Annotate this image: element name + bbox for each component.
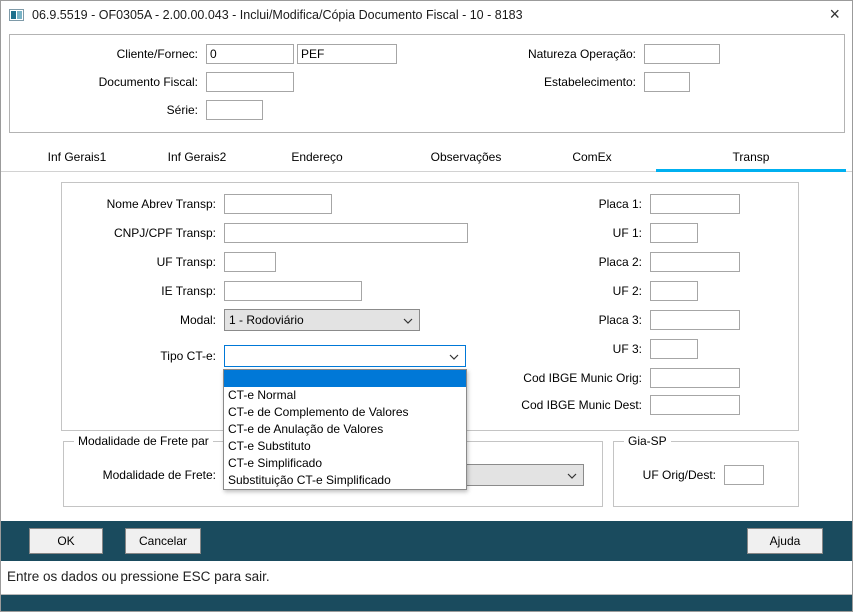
close-icon[interactable]: × — [829, 2, 840, 26]
modal-select[interactable]: 1 - Rodoviário — [224, 309, 420, 331]
field-row: CNPJ/CPF Transp: — [62, 222, 468, 244]
field-row: Documento Fiscal: — [10, 71, 294, 93]
titlebar: 06.9.5519 - OF0305A - 2.00.00.043 - Incl… — [1, 1, 852, 28]
field-row: Série: — [10, 99, 263, 121]
uf-1-label: UF 1: — [612, 226, 642, 240]
natureza-operacao-input[interactable] — [644, 44, 720, 64]
tipo-cte-option[interactable]: CT-e Simplificado — [224, 455, 466, 472]
serie-input[interactable] — [206, 100, 263, 120]
placa-1-input[interactable] — [650, 194, 740, 214]
tab-observacoes[interactable]: Observações — [405, 144, 527, 172]
ok-button[interactable]: OK — [29, 528, 103, 554]
field-row: Nome Abrev Transp: — [62, 193, 332, 215]
app-icon — [9, 8, 24, 21]
cod-ibge-munic-dest-input[interactable] — [650, 395, 740, 415]
tipo-cte-option[interactable]: CT-e de Anulação de Valores — [224, 421, 466, 438]
uf-transp-label: UF Transp: — [156, 255, 216, 269]
modalidade-frete-label: Modalidade de Frete: — [102, 468, 216, 482]
dialog-window: 06.9.5519 - OF0305A - 2.00.00.043 - Incl… — [0, 0, 853, 612]
uf-transp-input[interactable] — [224, 252, 276, 272]
tab-endereco[interactable]: Endereço — [263, 144, 371, 172]
gia-sp-group: Gia-SP UF Orig/Dest: — [613, 434, 799, 507]
tab-comex[interactable]: ComEx — [549, 144, 635, 172]
uf-2-label: UF 2: — [612, 284, 642, 298]
placa-1-label: Placa 1: — [598, 197, 642, 211]
field-row: Cliente/Fornec: PEF — [10, 43, 397, 65]
tipo-cte-option[interactable]: CT-e Substituto — [224, 438, 466, 455]
tipo-cte-dropdown-list: CT-e Normal CT-e de Complemento de Valor… — [223, 369, 467, 490]
tab-inf-gerais2[interactable]: Inf Gerais2 — [141, 144, 253, 172]
field-row: IE Transp: — [62, 280, 362, 302]
cod-ibge-munic-orig-label: Cod IBGE Munic Orig: — [523, 371, 642, 385]
status-message: Entre os dados ou pressione ESC para sai… — [7, 569, 270, 584]
cod-ibge-munic-orig-input[interactable] — [650, 368, 740, 388]
status-bar: Entre os dados ou pressione ESC para sai… — [1, 561, 852, 595]
cnpj-cpf-transp-input[interactable] — [224, 223, 468, 243]
uf-3-input[interactable] — [650, 339, 698, 359]
header-fieldset: Cliente/Fornec: PEF Natureza Operação: D… — [9, 34, 845, 133]
tipo-cte-label: Tipo CT-e: — [160, 349, 216, 363]
modalidade-frete-group-legend: Modalidade de Frete par — [74, 434, 213, 448]
field-row: Natureza Operação: — [440, 43, 720, 65]
cliente-fornec-desc: PEF — [297, 44, 397, 64]
nome-abrev-transp-input[interactable] — [224, 194, 332, 214]
cancelar-button[interactable]: Cancelar — [125, 528, 201, 554]
tipo-cte-option[interactable]: Substituição CT-e Simplificado — [224, 472, 466, 489]
gia-sp-group-legend: Gia-SP — [624, 434, 671, 448]
button-bar: OK Cancelar Ajuda — [1, 521, 852, 561]
field-row: Cod IBGE Munic Dest: — [486, 394, 740, 416]
field-row: Placa 1: — [486, 193, 740, 215]
cod-ibge-munic-dest-label: Cod IBGE Munic Dest: — [521, 398, 642, 412]
placa-2-label: Placa 2: — [598, 255, 642, 269]
chevron-down-icon — [567, 466, 577, 484]
uf-orig-dest-input[interactable] — [724, 465, 764, 485]
uf-2-input[interactable] — [650, 281, 698, 301]
bottom-strip — [1, 595, 852, 611]
field-row: Placa 2: — [486, 251, 740, 273]
field-row: Estabelecimento: — [440, 71, 690, 93]
field-row: UF 2: — [486, 280, 698, 302]
ie-transp-label: IE Transp: — [161, 284, 216, 298]
tab-inf-gerais1[interactable]: Inf Gerais1 — [21, 144, 133, 172]
field-row: UF 3: — [486, 338, 698, 360]
chevron-down-icon — [449, 347, 459, 365]
placa-3-input[interactable] — [650, 310, 740, 330]
cliente-fornec-label: Cliente/Fornec: — [116, 47, 198, 61]
ajuda-button[interactable]: Ajuda — [747, 528, 823, 554]
cliente-fornec-input[interactable] — [206, 44, 294, 64]
cnpj-cpf-transp-label: CNPJ/CPF Transp: — [113, 226, 216, 240]
estabelecimento-label: Estabelecimento: — [543, 75, 636, 89]
window-title: 06.9.5519 - OF0305A - 2.00.00.043 - Incl… — [32, 7, 523, 22]
tab-transp[interactable]: Transp — [656, 144, 846, 172]
uf-3-label: UF 3: — [612, 342, 642, 356]
field-row: UF Transp: — [62, 251, 276, 273]
tipo-cte-option[interactable]: CT-e Normal — [224, 387, 466, 404]
documento-fiscal-input[interactable] — [206, 72, 294, 92]
placa-2-input[interactable] — [650, 252, 740, 272]
field-row: Placa 3: — [486, 309, 740, 331]
tipo-cte-option[interactable]: CT-e de Complemento de Valores — [224, 404, 466, 421]
placa-3-label: Placa 3: — [598, 313, 642, 327]
nome-abrev-transp-label: Nome Abrev Transp: — [106, 197, 216, 211]
natureza-operacao-label: Natureza Operação: — [527, 47, 636, 61]
documento-fiscal-label: Documento Fiscal: — [98, 75, 198, 89]
tipo-cte-select[interactable] — [224, 345, 466, 367]
modal-select-value: 1 - Rodoviário — [229, 313, 304, 327]
serie-label: Série: — [166, 103, 198, 117]
chevron-down-icon — [403, 311, 413, 329]
field-row: Cod IBGE Munic Orig: — [486, 367, 740, 389]
tipo-cte-option[interactable] — [224, 370, 466, 387]
estabelecimento-input[interactable] — [644, 72, 690, 92]
uf-orig-dest-label: UF Orig/Dest: — [642, 468, 716, 482]
modal-label: Modal: — [179, 313, 216, 327]
field-row: Tipo CT-e: — [62, 345, 466, 367]
field-row: UF 1: — [486, 222, 698, 244]
tab-bar: Inf Gerais1 Inf Gerais2 Endereço Observa… — [1, 144, 852, 172]
ie-transp-input[interactable] — [224, 281, 362, 301]
field-row: Modal: 1 - Rodoviário — [62, 309, 420, 331]
field-row: UF Orig/Dest: — [614, 464, 764, 486]
uf-1-input[interactable] — [650, 223, 698, 243]
